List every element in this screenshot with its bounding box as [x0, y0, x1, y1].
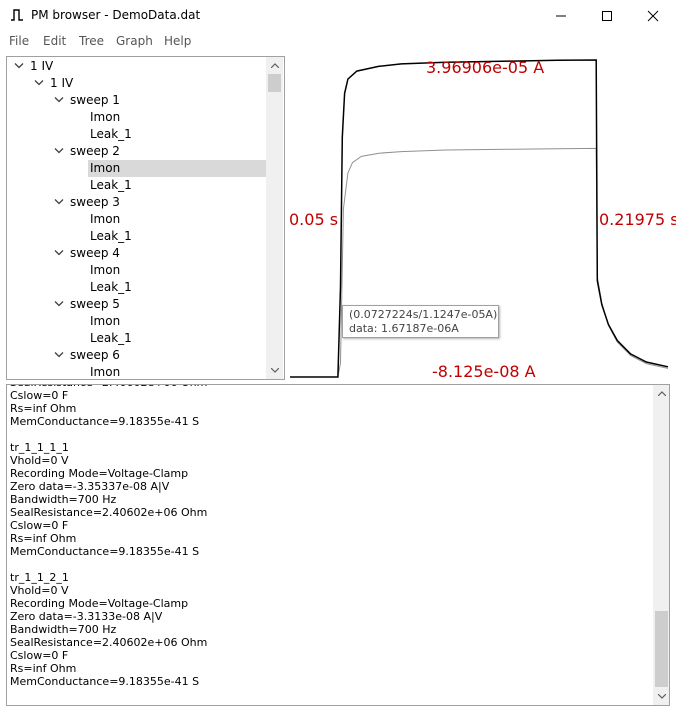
info-scrollbar[interactable] — [653, 385, 669, 705]
window-title: PM browser - DemoData.dat — [31, 8, 201, 22]
tree-item[interactable]: sweep 2 — [7, 143, 266, 160]
chevron-up-icon — [658, 391, 666, 396]
title-bar: PM browser - DemoData.dat — [0, 0, 676, 31]
tree-item-label: Leak_1 — [90, 127, 132, 141]
tree-item-label: 1 IV — [50, 76, 74, 90]
info-text-panel[interactable]: SealResistance=2.40602e+06 Ohm Cslow=0 F… — [6, 384, 670, 706]
minimize-button[interactable] — [538, 0, 584, 31]
chevron-down-icon[interactable] — [54, 147, 64, 155]
tree-item[interactable]: 1 IV — [7, 75, 266, 92]
time-start-label: 0.05 s — [289, 210, 339, 229]
tree-scrollbar[interactable] — [266, 57, 283, 379]
tree-scroll-thumb[interactable] — [268, 74, 281, 92]
tree-item-label: Leak_1 — [90, 229, 132, 243]
tree-item-label: sweep 3 — [70, 195, 120, 209]
tree-item-label: sweep 1 — [70, 93, 120, 107]
tree-item[interactable]: Imon — [7, 160, 267, 177]
menu-edit[interactable]: Edit — [43, 34, 66, 48]
tree-item[interactable]: sweep 6 — [7, 347, 266, 364]
info-scroll-down-button[interactable] — [653, 688, 669, 705]
chevron-down-icon[interactable] — [34, 79, 44, 87]
info-scroll-thumb[interactable] — [655, 611, 668, 687]
tree-item[interactable]: Leak_1 — [7, 228, 266, 245]
tree-item-label: Imon — [90, 212, 121, 226]
tree-item-label: Imon — [90, 314, 121, 328]
chevron-down-icon[interactable] — [54, 300, 64, 308]
tree-item-label: Imon — [90, 110, 121, 124]
tree-item-label: sweep 6 — [70, 348, 120, 362]
tree-item-label: Imon — [90, 263, 121, 277]
close-icon — [647, 10, 659, 22]
tree-item-label: 1 IV — [30, 59, 54, 73]
chevron-down-icon[interactable] — [54, 351, 64, 359]
tree-item[interactable]: 1 IV — [7, 58, 266, 75]
menu-file[interactable]: File — [9, 34, 29, 48]
chevron-up-icon — [271, 63, 279, 68]
info-text: SealResistance=2.40602e+06 Ohm Cslow=0 F… — [10, 385, 208, 688]
time-end-label: 0.21975 s — [599, 210, 676, 229]
tree-item[interactable]: sweep 3 — [7, 194, 266, 211]
menu-help[interactable]: Help — [164, 34, 191, 48]
minimize-icon — [556, 15, 566, 17]
menu-graph[interactable]: Graph — [116, 34, 153, 48]
cursor-tooltip: (0.0727224s/1.1247e-05A) data: 1.67187e-… — [342, 305, 499, 338]
tree-item-label: sweep 2 — [70, 144, 120, 158]
tree-scroll-down-button[interactable] — [266, 362, 283, 379]
tree-item-label: Leak_1 — [90, 331, 132, 345]
min-value-label: -8.125e-08 A — [432, 362, 536, 381]
tree-item-label: sweep 5 — [70, 297, 120, 311]
tree-item-label: Imon — [90, 365, 121, 379]
info-scroll-up-button[interactable] — [653, 385, 669, 402]
tree-item[interactable]: Imon — [7, 364, 266, 379]
chevron-down-icon[interactable] — [54, 198, 64, 206]
tree-view[interactable]: 1 IV 1 IV sweep 1 Imon Leak_1 sweep 2 Imon Leak… — [6, 56, 285, 380]
close-button[interactable] — [630, 0, 676, 31]
tree-item[interactable]: Imon — [7, 211, 266, 228]
chevron-down-icon[interactable] — [54, 249, 64, 257]
tree-item[interactable]: Leak_1 — [7, 126, 266, 143]
tree-item-label: Leak_1 — [90, 280, 132, 294]
tree-item[interactable]: Imon — [7, 262, 266, 279]
chevron-down-icon — [271, 368, 279, 373]
menu-tree[interactable]: Tree — [79, 34, 104, 48]
maximize-button[interactable] — [584, 0, 630, 31]
trace-leak — [290, 147, 669, 378]
tree-item-label: Leak_1 — [90, 178, 132, 192]
tree-item-label: sweep 4 — [70, 246, 120, 260]
chevron-down-icon — [658, 694, 666, 699]
pulse-icon — [11, 9, 23, 21]
maximize-icon — [602, 11, 612, 21]
tree-item[interactable]: Imon — [7, 313, 266, 330]
tree-item[interactable]: sweep 1 — [7, 92, 266, 109]
max-value-label: 3.96906e-05 A — [426, 58, 545, 77]
tree-scroll-up-button[interactable] — [266, 57, 283, 74]
tree-item[interactable]: Leak_1 — [7, 330, 266, 347]
tooltip-coordinates: (0.0727224s/1.1247e-05A) — [349, 308, 498, 321]
tree-item[interactable]: Leak_1 — [7, 279, 266, 296]
tooltip-data-value: data: 1.67187e-06A — [349, 322, 459, 335]
tree-item[interactable]: Leak_1 — [7, 177, 266, 194]
menu-bar: File Edit Tree Graph Help — [0, 31, 676, 52]
tree-item[interactable]: sweep 5 — [7, 296, 266, 313]
chevron-down-icon[interactable] — [14, 62, 24, 70]
chevron-down-icon[interactable] — [54, 96, 64, 104]
tree-item[interactable]: sweep 4 — [7, 245, 266, 262]
tree-item[interactable]: Imon — [7, 109, 266, 126]
tree-item-label: Imon — [88, 160, 267, 177]
